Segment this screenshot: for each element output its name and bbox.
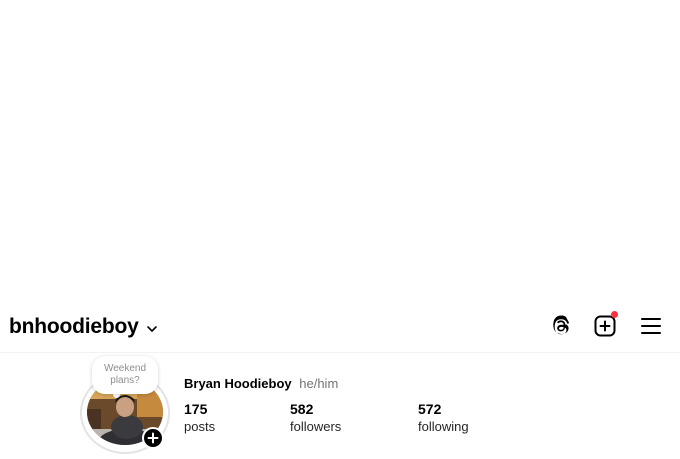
header-divider xyxy=(0,352,680,353)
following-stat[interactable]: 572 following xyxy=(418,401,469,435)
display-name: Bryan Hoodieboy xyxy=(184,376,292,391)
profile-header: bnhoodieboy xyxy=(0,306,680,348)
note-line-1: Weekend xyxy=(103,363,147,374)
menu-button[interactable] xyxy=(639,314,663,338)
threads-icon xyxy=(549,314,573,338)
note-bubble[interactable]: Weekend plans? xyxy=(92,356,158,394)
threads-button[interactable] xyxy=(549,314,573,338)
pronouns: he/him xyxy=(299,376,339,391)
note-line-2: plans? xyxy=(110,375,140,386)
following-label: following xyxy=(418,419,469,434)
chevron-down-icon xyxy=(146,322,158,334)
notification-dot xyxy=(611,311,618,318)
plus-icon xyxy=(144,429,162,447)
username: bnhoodieboy xyxy=(9,315,139,338)
following-count: 572 xyxy=(418,401,442,417)
posts-count: 175 xyxy=(184,401,208,417)
followers-count: 582 xyxy=(290,401,314,417)
followers-stat[interactable]: 582 followers xyxy=(290,401,341,435)
posts-label: posts xyxy=(184,419,216,434)
hamburger-menu-icon xyxy=(639,314,663,338)
profile-name-row: Bryan Hoodieboy he/him xyxy=(184,376,338,392)
add-story-button[interactable] xyxy=(142,427,164,449)
followers-label: followers xyxy=(290,419,342,434)
account-switcher[interactable]: bnhoodieboy xyxy=(9,314,158,340)
posts-stat[interactable]: 175 posts xyxy=(184,401,215,435)
create-button[interactable] xyxy=(593,311,618,338)
